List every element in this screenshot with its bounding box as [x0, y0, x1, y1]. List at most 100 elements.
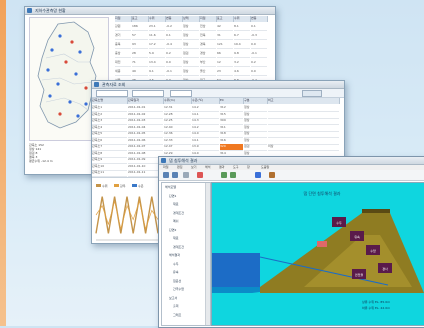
grid-cell: 93 [132, 42, 148, 49]
zoom-in-icon[interactable] [221, 172, 227, 178]
table-header[interactable]: EC [220, 98, 244, 104]
grid-cell: -0.2 [166, 24, 182, 31]
grid-cell: 28 [132, 51, 148, 58]
tree-item[interactable]: 보고서 [169, 296, 177, 300]
menu-item[interactable]: 파일 [163, 165, 169, 169]
value-box-label: 유속 [354, 234, 360, 239]
model-tree[interactable]: 해석모델 단면1 재료 경계조건 메쉬 단면2 재료 경계조건 해석결과 수두 유속 침윤선 간극수압 보… [161, 182, 211, 326]
grid-cell: 42 [217, 24, 233, 31]
menu-item[interactable]: 창 [247, 165, 250, 169]
legend-label: 강우 [120, 183, 126, 188]
grid-cell: 충북 [115, 42, 131, 49]
open-icon[interactable] [163, 172, 169, 178]
tree-item[interactable]: 수두 [173, 262, 179, 266]
grid-cell: 경기 [115, 33, 131, 40]
analysis-window-titlebar[interactable]: 댐 침투해석 결과 [159, 157, 424, 165]
data-window-titlebar[interactable]: 관측자료 조회 [92, 81, 344, 89]
search-button[interactable] [302, 90, 322, 97]
app-icon [27, 8, 32, 13]
grid-cell: 12 [217, 60, 233, 67]
tree-item[interactable]: 단면2 [169, 228, 176, 232]
grid-cell: 대전 [115, 60, 131, 67]
menu-item[interactable]: 도움말 [261, 165, 269, 169]
trend-chart-svg: 수위 강우 수온 [95, 183, 159, 241]
map-window-title: 지하수관측망 현황 [35, 8, 66, 13]
map-window-titlebar[interactable]: 지하수관측망 현황 [25, 7, 275, 15]
grid-cell: 6.7 [234, 33, 250, 40]
table-header[interactable]: 관측소명 [92, 98, 128, 104]
grid-cell: 0.0 [166, 60, 182, 67]
legend-label: 수온 [138, 183, 144, 188]
save-icon[interactable] [172, 172, 178, 178]
run-analysis-icon[interactable] [197, 172, 203, 178]
tree-scrollbar[interactable] [205, 183, 210, 325]
grid-cell: 11.6 [149, 33, 165, 40]
tree-item[interactable]: 그래프 [173, 313, 181, 317]
grid-cell: 전남 [200, 24, 216, 31]
grid-cell: 71 [132, 60, 148, 67]
grid-cell: 전북 [200, 33, 216, 40]
grid-header: 수위 [149, 16, 166, 22]
table-header[interactable]: 수위(m) [164, 98, 192, 104]
menu-item[interactable]: 도구 [233, 165, 239, 169]
table-header[interactable]: 비고 [268, 98, 340, 104]
tree-item[interactable]: 침윤선 [173, 279, 181, 283]
grid-cell: 0.1 [166, 33, 182, 40]
view-label: 하류 수위 EL. 42.0m [362, 305, 390, 310]
view-label: 상류 수위 EL. 85.0m [362, 299, 390, 304]
grid-cell: 49 [132, 69, 148, 76]
seepage-view[interactable]: 댐 단면 침투해석 결과 수두 유속 수압 경사 안전율 상류 수위 EL. 8… [211, 182, 424, 326]
grid-cell: 경북 [200, 42, 216, 49]
value-box-label: 수두 [336, 220, 342, 225]
tree-item[interactable]: 출력 [173, 304, 179, 308]
interval-select[interactable] [170, 90, 192, 97]
grid-header: 지점 [115, 16, 132, 22]
table-header[interactable]: 수온(℃) [192, 98, 220, 104]
analysis-window-title: 댐 침투해석 결과 [169, 158, 198, 163]
trend-chart: 수위 강우 수온 [92, 177, 162, 243]
grid-cell: 울산 [200, 69, 216, 76]
end-date-field[interactable] [132, 90, 164, 97]
grid-cell: 13.4 [149, 60, 165, 67]
tree-item[interactable]: 메쉬 [173, 219, 179, 223]
tree-item[interactable]: 경계조건 [173, 211, 184, 215]
grid-header: 변동 [251, 16, 268, 22]
grid-cell: -0.4 [166, 42, 182, 49]
tree-item[interactable]: 단면1 [169, 194, 176, 198]
grid-header: 상태 [183, 16, 200, 22]
grid-cell: 9.1 [149, 69, 165, 76]
menu-item[interactable]: 결과 [219, 165, 225, 169]
grid-cell: 66 [217, 51, 233, 58]
grid-cell: 19.4 [234, 42, 250, 49]
grid-cell: 0.0 [251, 69, 267, 76]
menu-item[interactable]: 해석 [205, 165, 211, 169]
grid-cell: 23.1 [149, 24, 165, 31]
start-date-field[interactable] [96, 90, 128, 97]
zoom-out-icon[interactable] [230, 172, 236, 178]
tree-item[interactable]: 해석모델 [165, 185, 176, 189]
grid-cell: 0.1 [251, 24, 267, 31]
tree-item[interactable]: 간극수압 [173, 287, 184, 291]
print-icon[interactable] [183, 172, 189, 178]
grid-cell: 5.9 [149, 51, 165, 58]
grid-header: 변동 [166, 16, 183, 22]
grid-cell: 강원 [115, 24, 131, 31]
reservoir-water [212, 253, 260, 287]
menu-item[interactable]: 편집 [177, 165, 183, 169]
grid-cell: 3.2 [234, 60, 250, 67]
tree-item[interactable]: 재료 [173, 202, 179, 206]
main-toolbar [159, 170, 424, 181]
tree-item[interactable]: 경계조건 [173, 245, 184, 249]
analysis-window: 댐 침투해석 결과 파일 편집 보기 해석 결과 도구 창 도움말 해석모델 단면1 재료 경계조건… [158, 156, 424, 328]
tree-item[interactable]: 해석결과 [169, 253, 180, 257]
tree-item[interactable]: 재료 [173, 236, 179, 240]
table-header[interactable]: 구분 [244, 98, 268, 104]
tree-item[interactable]: 유속 [173, 270, 179, 274]
menu-item[interactable]: 보기 [191, 165, 197, 169]
table-header[interactable]: 관측일자 [128, 98, 164, 104]
grid-cell: 121 [217, 42, 233, 49]
grid-header: 지점 [200, 16, 217, 22]
grid-cell: 17.2 [149, 42, 165, 49]
mesh-icon[interactable] [255, 172, 261, 178]
result-icon[interactable] [269, 172, 275, 178]
